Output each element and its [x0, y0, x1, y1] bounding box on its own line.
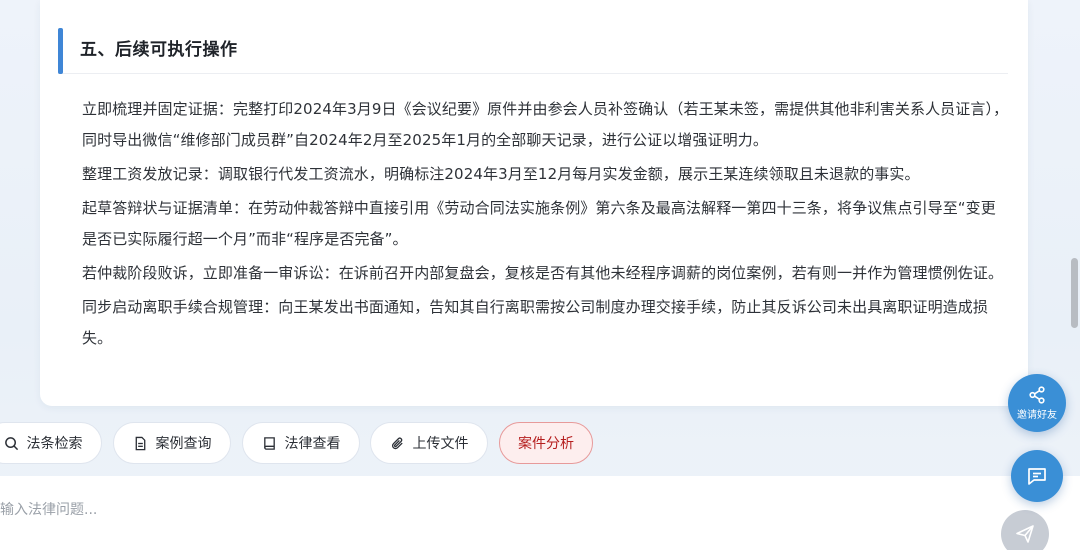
invite-friends-label: 邀请好友	[1017, 409, 1057, 421]
case-analysis-button[interactable]: 案件分析	[499, 422, 593, 464]
case-query-label: 案例查询	[155, 436, 212, 452]
question-input[interactable]	[0, 496, 900, 524]
law-view-button[interactable]: 法律查看	[242, 422, 360, 464]
chat-input-area	[0, 476, 1080, 550]
paragraph: 起草答辩状与证据清单：在劳动仲裁答辩中直接引用《劳动合同法实施条例》第六条及最高…	[82, 199, 996, 248]
send-icon	[1016, 525, 1034, 543]
answer-card: 五、后续可执行操作 立即梳理并固定证据：完整打印2024年3月9日《会议纪要》原…	[40, 0, 1028, 406]
paragraph: 立即梳理并固定证据：完整打印2024年3月9日《会议纪要》原件并由参会人员补签确…	[82, 100, 1009, 149]
search-icon	[4, 436, 18, 450]
search-law-label: 法条检索	[26, 436, 83, 452]
upload-file-button[interactable]: 上传文件	[370, 422, 488, 464]
upload-file-label: 上传文件	[412, 436, 469, 452]
document-icon	[135, 436, 145, 450]
case-analysis-label: 案件分析	[518, 436, 574, 452]
book-icon	[263, 436, 275, 450]
tool-chips: 法条检索 案例查询 法律查看 上传文件 案件分析	[0, 422, 1000, 464]
paperclip-icon	[391, 437, 403, 449]
case-query-button[interactable]: 案例查询	[113, 422, 231, 464]
chat-bubble-icon	[1028, 468, 1046, 485]
paragraph: 整理工资发放记录：调取银行代发工资流水，明确标注2024年3月至12月每月实发金…	[82, 165, 920, 183]
section-header: 五、后续可执行操作	[58, 28, 1008, 74]
section-accent-bar	[58, 28, 63, 74]
section-title: 五、后续可执行操作	[80, 40, 238, 60]
paragraph: 同步启动离职手续合规管理：向王某发出书面通知，告知其自行离职需按公司制度办理交接…	[82, 298, 989, 347]
share-icon	[1029, 385, 1045, 404]
page-scrollbar[interactable]	[1071, 258, 1078, 328]
chat-button[interactable]	[1011, 450, 1063, 502]
law-view-label: 法律查看	[284, 436, 341, 452]
section-content: 立即梳理并固定证据：完整打印2024年3月9日《会议纪要》原件并由参会人员补签确…	[82, 94, 1010, 357]
invite-friends-button[interactable]: 邀请好友	[1008, 374, 1066, 432]
search-law-button[interactable]: 法条检索	[0, 422, 102, 464]
paragraph: 若仲裁阶段败诉，立即准备一审诉讼：在诉前召开内部复盘会，复核是否有其他未经程序调…	[82, 264, 1004, 282]
send-button[interactable]	[1001, 510, 1049, 550]
